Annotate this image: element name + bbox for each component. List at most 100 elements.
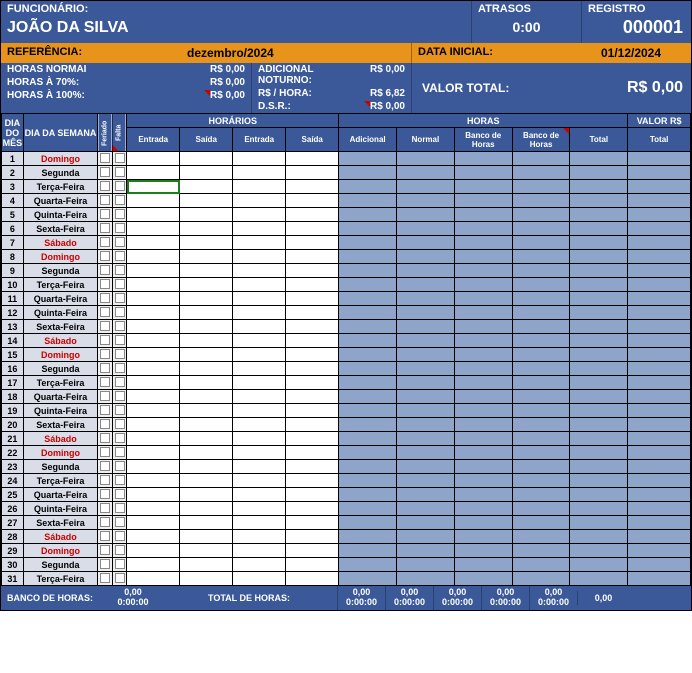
saida1-cell[interactable]	[180, 376, 233, 390]
saida2-cell[interactable]	[286, 236, 339, 250]
falta-checkbox[interactable]	[112, 348, 126, 362]
saida1-cell[interactable]	[180, 306, 233, 320]
saida2-cell[interactable]	[286, 572, 339, 586]
saida1-cell[interactable]	[180, 320, 233, 334]
saida2-cell[interactable]	[286, 516, 339, 530]
falta-checkbox[interactable]	[112, 194, 126, 208]
saida1-cell[interactable]	[180, 362, 233, 376]
feriado-checkbox[interactable]	[98, 418, 112, 432]
falta-checkbox[interactable]	[112, 544, 126, 558]
entrada2-cell[interactable]	[233, 530, 286, 544]
falta-checkbox[interactable]	[112, 320, 126, 334]
falta-checkbox[interactable]	[112, 446, 126, 460]
entrada1-cell[interactable]	[127, 530, 180, 544]
entrada1-cell[interactable]	[127, 446, 180, 460]
falta-checkbox[interactable]	[112, 166, 126, 180]
entrada2-cell[interactable]	[233, 194, 286, 208]
saida2-cell[interactable]	[286, 152, 339, 166]
falta-checkbox[interactable]	[112, 180, 126, 194]
entrada1-cell[interactable]	[127, 292, 180, 306]
saida2-cell[interactable]	[286, 334, 339, 348]
entrada2-cell[interactable]	[233, 334, 286, 348]
saida1-cell[interactable]	[180, 446, 233, 460]
entrada1-cell[interactable]	[127, 544, 180, 558]
falta-checkbox[interactable]	[112, 488, 126, 502]
entrada2-cell[interactable]	[233, 166, 286, 180]
saida2-cell[interactable]	[286, 278, 339, 292]
saida1-cell[interactable]	[180, 572, 233, 586]
saida1-cell[interactable]	[180, 432, 233, 446]
falta-checkbox[interactable]	[112, 502, 126, 516]
feriado-checkbox[interactable]	[98, 334, 112, 348]
saida2-cell[interactable]	[286, 264, 339, 278]
saida2-cell[interactable]	[286, 180, 339, 194]
entrada1-cell[interactable]	[127, 362, 180, 376]
falta-checkbox[interactable]	[112, 250, 126, 264]
feriado-checkbox[interactable]	[98, 488, 112, 502]
feriado-checkbox[interactable]	[98, 362, 112, 376]
feriado-checkbox[interactable]	[98, 152, 112, 166]
feriado-checkbox[interactable]	[98, 194, 112, 208]
saida1-cell[interactable]	[180, 334, 233, 348]
saida2-cell[interactable]	[286, 194, 339, 208]
saida2-cell[interactable]	[286, 502, 339, 516]
feriado-checkbox[interactable]	[98, 432, 112, 446]
feriado-checkbox[interactable]	[98, 180, 112, 194]
feriado-checkbox[interactable]	[98, 572, 112, 586]
entrada2-cell[interactable]	[233, 544, 286, 558]
feriado-checkbox[interactable]	[98, 264, 112, 278]
entrada1-cell[interactable]	[127, 376, 180, 390]
entrada1-cell[interactable]	[127, 222, 180, 236]
saida1-cell[interactable]	[180, 488, 233, 502]
saida2-cell[interactable]	[286, 306, 339, 320]
entrada1-cell[interactable]	[127, 488, 180, 502]
entrada2-cell[interactable]	[233, 208, 286, 222]
entrada2-cell[interactable]	[233, 376, 286, 390]
entrada1-cell[interactable]	[127, 278, 180, 292]
falta-checkbox[interactable]	[112, 474, 126, 488]
feriado-checkbox[interactable]	[98, 250, 112, 264]
feriado-checkbox[interactable]	[98, 166, 112, 180]
falta-checkbox[interactable]	[112, 222, 126, 236]
falta-checkbox[interactable]	[112, 264, 126, 278]
falta-checkbox[interactable]	[112, 404, 126, 418]
feriado-checkbox[interactable]	[98, 306, 112, 320]
saida2-cell[interactable]	[286, 474, 339, 488]
entrada2-cell[interactable]	[233, 292, 286, 306]
saida2-cell[interactable]	[286, 446, 339, 460]
saida2-cell[interactable]	[286, 460, 339, 474]
saida2-cell[interactable]	[286, 390, 339, 404]
entrada1-cell[interactable]	[127, 502, 180, 516]
falta-checkbox[interactable]	[112, 390, 126, 404]
entrada2-cell[interactable]	[233, 320, 286, 334]
saida1-cell[interactable]	[180, 278, 233, 292]
falta-checkbox[interactable]	[112, 516, 126, 530]
saida1-cell[interactable]	[180, 404, 233, 418]
entrada1-cell[interactable]	[127, 152, 180, 166]
feriado-checkbox[interactable]	[98, 278, 112, 292]
falta-checkbox[interactable]	[112, 292, 126, 306]
entrada2-cell[interactable]	[233, 418, 286, 432]
falta-checkbox[interactable]	[112, 306, 126, 320]
feriado-checkbox[interactable]	[98, 446, 112, 460]
falta-checkbox[interactable]	[112, 278, 126, 292]
entrada1-cell[interactable]	[127, 348, 180, 362]
entrada1-cell[interactable]	[127, 236, 180, 250]
saida2-cell[interactable]	[286, 320, 339, 334]
saida2-cell[interactable]	[286, 250, 339, 264]
feriado-checkbox[interactable]	[98, 236, 112, 250]
entrada1-cell[interactable]	[127, 474, 180, 488]
saida1-cell[interactable]	[180, 390, 233, 404]
saida1-cell[interactable]	[180, 558, 233, 572]
entrada1-cell[interactable]	[127, 404, 180, 418]
feriado-checkbox[interactable]	[98, 348, 112, 362]
feriado-checkbox[interactable]	[98, 404, 112, 418]
saida1-cell[interactable]	[180, 516, 233, 530]
saida1-cell[interactable]	[180, 208, 233, 222]
saida2-cell[interactable]	[286, 530, 339, 544]
entrada1-cell[interactable]	[127, 516, 180, 530]
saida1-cell[interactable]	[180, 348, 233, 362]
entrada1-cell[interactable]	[127, 166, 180, 180]
entrada2-cell[interactable]	[233, 152, 286, 166]
saida1-cell[interactable]	[180, 264, 233, 278]
